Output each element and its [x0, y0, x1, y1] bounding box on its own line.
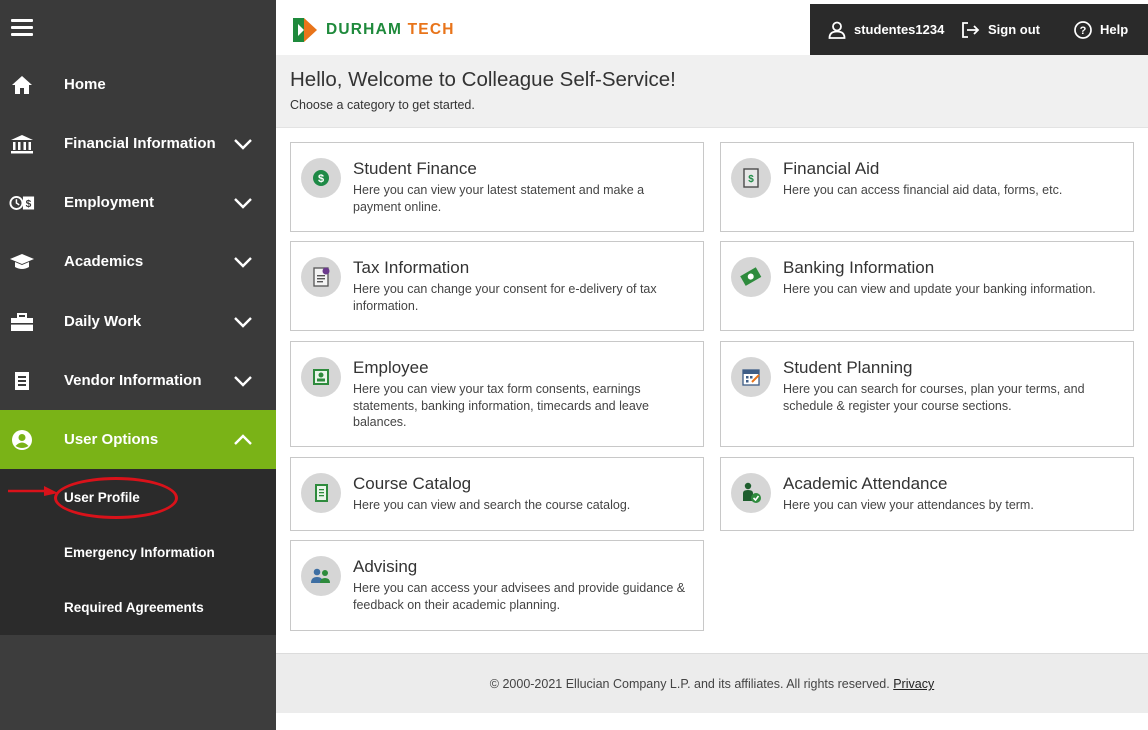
- sign-out-label: Sign out: [988, 22, 1040, 37]
- sidebar-item-financial-information[interactable]: Financial Information: [0, 114, 276, 173]
- id-badge-icon: [301, 357, 341, 397]
- document-icon: [9, 369, 35, 393]
- sidebar-footer-area: [0, 635, 276, 730]
- annotation-circle: [54, 477, 178, 519]
- sidebar-item-label: User Options: [64, 431, 159, 448]
- logo-mark-icon: [293, 18, 317, 42]
- catalog-book-icon: [301, 473, 341, 513]
- cash-icon: [731, 257, 771, 297]
- chevron-down-icon: [234, 256, 252, 268]
- logo-text-tech: TECH: [407, 21, 455, 38]
- card-title: Banking Information: [783, 258, 935, 277]
- page-title: Hello, Welcome to Colleague Self-Service…: [290, 68, 676, 91]
- bank-icon: [9, 132, 35, 156]
- card-title: Course Catalog: [353, 474, 472, 493]
- chevron-down-icon: [234, 316, 252, 328]
- card-tax-information[interactable]: Tax Information Here you can change your…: [290, 241, 704, 331]
- card-banking-information[interactable]: Banking Information Here you can view an…: [720, 241, 1134, 331]
- card-student-planning[interactable]: Student Planning Here you can search for…: [720, 341, 1134, 447]
- user-account-button[interactable]: studentes1234: [828, 4, 944, 55]
- card-description: Here you can access financial aid data, …: [783, 183, 1063, 197]
- welcome-banner: Hello, Welcome to Colleague Self-Service…: [276, 55, 1148, 127]
- card-description: Here you can change your consent for e-d…: [353, 282, 657, 313]
- username-label: studentes1234: [854, 22, 945, 37]
- card-financial-aid[interactable]: $ Financial Aid Here you can access fina…: [720, 142, 1134, 232]
- privacy-link[interactable]: Privacy: [893, 677, 934, 691]
- sign-out-button[interactable]: Sign out: [961, 4, 1040, 55]
- footer-text: © 2000-2021 Ellucian Company L.P. and it…: [276, 677, 1148, 691]
- top-header: DURHAM TECH studentes1234 Sign out ? Hel…: [276, 4, 1148, 55]
- sidebar-item-label: Financial Information: [64, 135, 216, 152]
- card-description: Here you can view and search the course …: [353, 498, 631, 512]
- chevron-down-icon: [234, 197, 252, 209]
- divider: [276, 127, 1148, 128]
- hamburger-menu-icon[interactable]: [11, 19, 33, 39]
- card-advising[interactable]: Advising Here you can access your advise…: [290, 540, 704, 631]
- chevron-up-icon: [234, 433, 252, 445]
- graduation-cap-icon: [9, 250, 35, 274]
- card-student-finance[interactable]: $ Student Finance Here you can view your…: [290, 142, 704, 232]
- sidebar-item-label: Daily Work: [64, 313, 142, 330]
- calendar-icon: [731, 357, 771, 397]
- svg-text:?: ?: [1080, 25, 1087, 37]
- card-title: Academic Attendance: [783, 474, 948, 493]
- sidebar-item-user-options[interactable]: User Options: [0, 410, 276, 469]
- user-bar: studentes1234 Sign out ? Help: [810, 4, 1148, 55]
- sidebar-item-label: Academics: [64, 253, 144, 270]
- page-footer: © 2000-2021 Ellucian Company L.P. and it…: [276, 653, 1148, 713]
- svg-text:$: $: [318, 173, 324, 185]
- chevron-down-icon: [234, 138, 252, 150]
- attendance-check-icon: [731, 473, 771, 513]
- card-academic-attendance[interactable]: Academic Attendance Here you can view yo…: [720, 457, 1134, 531]
- card-title: Student Planning: [783, 358, 913, 377]
- sidebar-item-academics[interactable]: Academics: [0, 232, 276, 291]
- sidebar-item-label: Employment: [64, 194, 155, 211]
- sign-out-icon: [962, 21, 980, 38]
- briefcase-icon: [9, 310, 35, 334]
- card-title: Tax Information: [353, 258, 470, 277]
- tax-form-icon: [301, 257, 341, 297]
- card-title: Advising: [353, 557, 418, 576]
- logo-text-durham: DURHAM: [326, 21, 403, 38]
- help-label: Help: [1100, 22, 1129, 37]
- help-icon: ?: [1074, 20, 1092, 39]
- people-icon: [301, 556, 341, 596]
- sidebar-item-daily-work[interactable]: Daily Work: [0, 292, 276, 351]
- svg-text:$: $: [748, 174, 754, 185]
- durham-tech-logo[interactable]: DURHAM TECH: [292, 16, 455, 44]
- employment-icon: $: [9, 191, 35, 215]
- copyright-text: © 2000-2021 Ellucian Company L.P. and it…: [489, 677, 890, 691]
- submenu-item-emergency-information[interactable]: Emergency Information: [64, 545, 215, 560]
- card-title: Financial Aid: [783, 159, 880, 178]
- logo-text: DURHAM TECH: [326, 21, 455, 39]
- card-description: Here you can view your tax form consents…: [353, 382, 649, 429]
- card-employee[interactable]: Employee Here you can view your tax form…: [290, 341, 704, 447]
- card-course-catalog[interactable]: Course Catalog Here you can view and sea…: [290, 457, 704, 531]
- card-title: Student Finance: [353, 159, 477, 178]
- submenu-item-required-agreements[interactable]: Required Agreements: [64, 600, 204, 615]
- card-description: Here you can access your advisees and pr…: [353, 581, 686, 612]
- sidebar-item-vendor-information[interactable]: Vendor Information: [0, 351, 276, 410]
- card-title: Employee: [353, 358, 429, 377]
- card-description: Here you can search for courses, plan yo…: [783, 382, 1085, 413]
- user-circle-icon: [9, 428, 35, 452]
- page-subtitle: Choose a category to get started.: [290, 98, 475, 112]
- card-description: Here you can view your attendances by te…: [783, 498, 1034, 512]
- annotation-arrow: [8, 486, 58, 496]
- chevron-down-icon: [234, 375, 252, 387]
- svg-text:$: $: [26, 199, 32, 210]
- card-description: Here you can view and update your bankin…: [783, 282, 1096, 296]
- sidebar-item-employment[interactable]: $ Employment: [0, 173, 276, 232]
- user-icon: [828, 21, 846, 39]
- home-icon: [9, 73, 35, 97]
- sidebar-item-home[interactable]: Home: [0, 55, 276, 114]
- money-doc-icon: $: [731, 158, 771, 198]
- help-button[interactable]: ? Help: [1074, 4, 1128, 55]
- sidebar-item-label: Vendor Information: [64, 372, 202, 389]
- dollar-coin-icon: $: [301, 158, 341, 198]
- card-description: Here you can view your latest statement …: [353, 183, 645, 214]
- sidebar-item-label: Home: [64, 76, 106, 93]
- sidebar: Home Financial Information $ Employment …: [0, 0, 276, 730]
